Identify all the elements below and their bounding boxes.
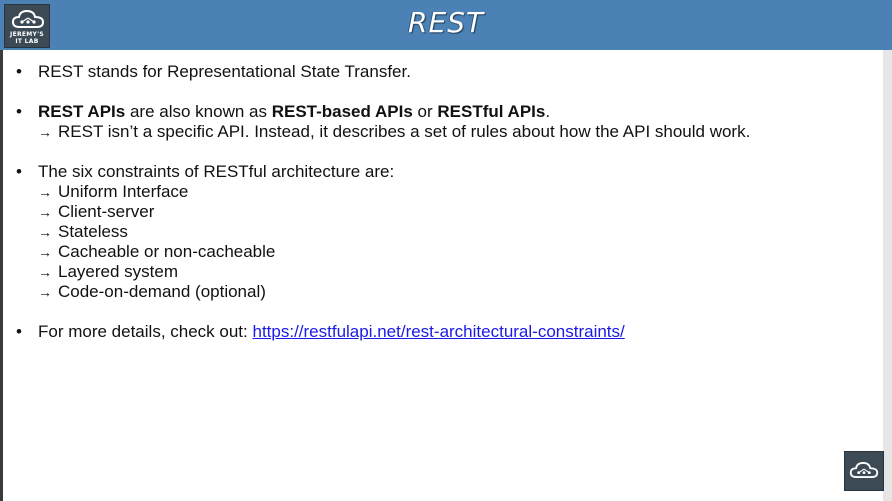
arrow-icon: → [38, 204, 52, 220]
arrow-icon: → [38, 244, 52, 260]
bullet-text: are also known as [125, 102, 272, 121]
constraint-item: → Uniform Interface [0, 182, 880, 202]
constraint-text: Cacheable or non-cacheable [58, 242, 276, 261]
slide-title: REST [407, 6, 485, 39]
constraint-text: Client-server [58, 202, 155, 221]
constraint-text: Stateless [58, 222, 128, 241]
arrow-icon: → [38, 184, 52, 200]
cloud-logo-icon [849, 462, 879, 478]
constraint-text: Uniform Interface [58, 182, 189, 201]
bullet-rest-definition: REST stands for Representational State T… [0, 62, 880, 82]
constraint-item: → Cacheable or non-cacheable [0, 242, 880, 262]
bullet-text: The six constraints of RESTful architect… [38, 162, 395, 181]
bullet-text: REST stands for Representational State T… [38, 62, 411, 81]
sub-item-rest-note: → REST isn’t a specific API. Instead, it … [0, 122, 880, 142]
bullet-text: or [412, 102, 438, 121]
bullet-text: For more details, check out: [38, 322, 253, 341]
constraint-item: → Layered system [0, 262, 880, 282]
bullet-constraints: The six constraints of RESTful architect… [0, 162, 880, 182]
restfulapi-link[interactable]: https://restfulapi.net/rest-architectura… [252, 322, 624, 341]
constraint-item: → Code-on-demand (optional) [0, 282, 880, 302]
term-rest-apis: REST APIs [38, 102, 126, 121]
arrow-icon: → [38, 264, 52, 280]
arrow-icon: → [38, 124, 52, 140]
logo-line-2: IT LAB [15, 38, 39, 45]
constraint-item: → Stateless [0, 222, 880, 242]
bullet-text: . [545, 102, 551, 121]
corner-logo [844, 451, 884, 491]
right-edge [883, 50, 892, 501]
arrow-icon: → [38, 284, 52, 300]
bullet-rest-apis: REST APIs are also known as REST-based A… [0, 102, 880, 122]
slide-header: JEREMY'S IT LAB REST [0, 0, 892, 50]
term-restful-apis: RESTful APIs [437, 102, 546, 121]
sub-item-text: REST isn’t a specific API. Instead, it d… [58, 122, 751, 141]
arrow-icon: → [38, 224, 52, 240]
constraint-text: Code-on-demand (optional) [58, 282, 266, 301]
bullet-more-details: For more details, check out: https://res… [0, 322, 880, 342]
constraint-text: Layered system [58, 262, 178, 281]
slide-content: REST stands for Representational State T… [0, 62, 880, 342]
term-rest-based-apis: REST-based APIs [271, 102, 413, 121]
constraint-item: → Client-server [0, 202, 880, 222]
